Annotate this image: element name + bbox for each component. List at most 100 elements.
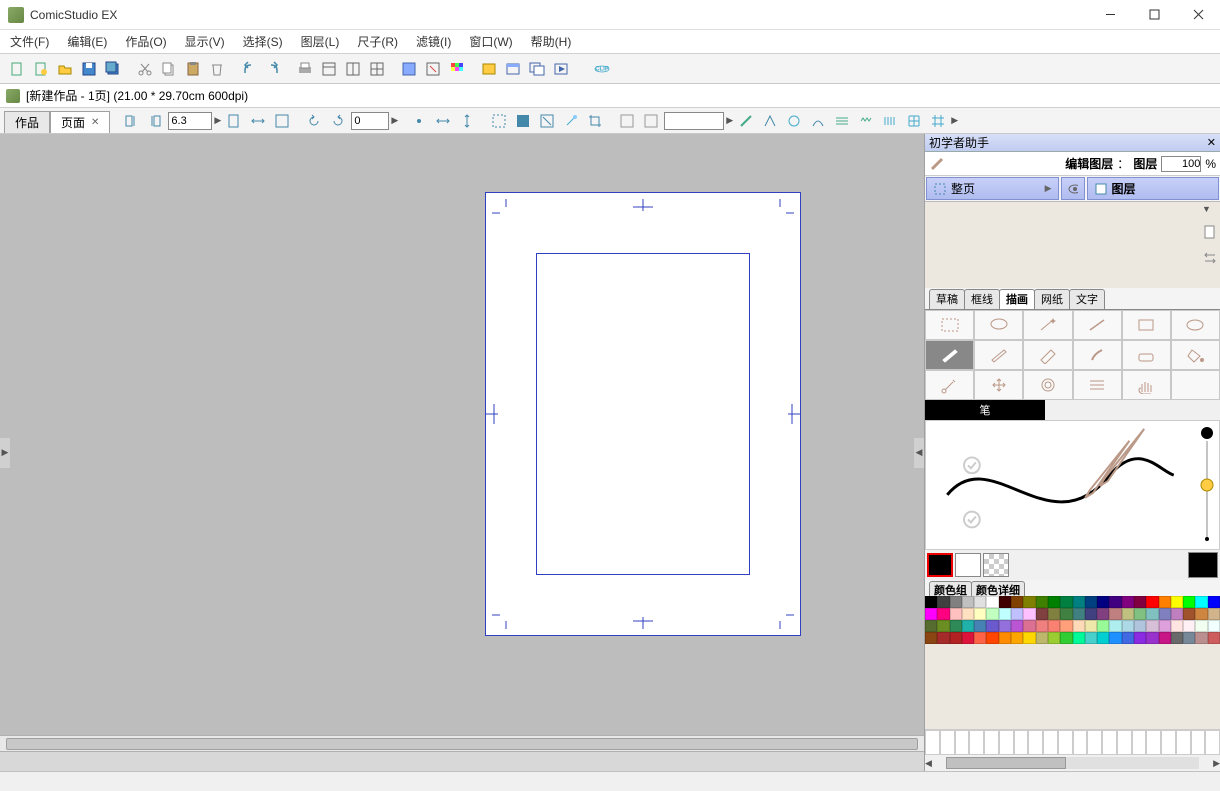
menu-item[interactable]: 作品(O) <box>121 31 170 52</box>
palette-cell[interactable] <box>937 632 949 644</box>
palette-cell[interactable] <box>974 608 986 620</box>
palette-cell[interactable] <box>925 608 937 620</box>
tool-brush[interactable] <box>1073 340 1122 370</box>
palette-cell[interactable] <box>1171 596 1183 608</box>
palette-cell[interactable] <box>1146 596 1158 608</box>
palette-cell[interactable] <box>1183 620 1195 632</box>
palette-cell[interactable] <box>1183 596 1195 608</box>
menu-item[interactable]: 滤镜(I) <box>412 31 455 52</box>
deselect-button[interactable] <box>536 110 558 132</box>
palette-cell[interactable] <box>1171 608 1183 620</box>
save-button[interactable] <box>78 58 100 80</box>
rotate-cw-button[interactable] <box>327 110 349 132</box>
palette-cell[interactable] <box>1036 596 1048 608</box>
flip-h-button[interactable] <box>408 110 430 132</box>
palette-cell[interactable] <box>974 620 986 632</box>
palette-cell[interactable] <box>1159 620 1171 632</box>
palette-cell[interactable] <box>937 596 949 608</box>
color-tab-detail[interactable]: 颜色详细 <box>971 581 1025 596</box>
visibility-toggle[interactable] <box>1061 177 1085 200</box>
palette-cell[interactable] <box>950 596 962 608</box>
tool-ellipse[interactable] <box>1171 310 1220 340</box>
tool-tab[interactable]: 网纸 <box>1034 289 1070 309</box>
layout-1-button[interactable] <box>318 58 340 80</box>
palette-cell[interactable] <box>1146 632 1158 644</box>
palette-cell[interactable] <box>1159 596 1171 608</box>
palette-cell[interactable] <box>1159 632 1171 644</box>
menu-item[interactable]: 选择(S) <box>239 31 287 52</box>
chevron-right-icon[interactable]: ▶ <box>214 115 221 126</box>
palette-cell[interactable] <box>1036 608 1048 620</box>
palette-cell[interactable] <box>1060 632 1072 644</box>
palette-cell[interactable] <box>1122 620 1134 632</box>
palette-cell[interactable] <box>1208 620 1220 632</box>
chevron-down-icon[interactable]: ▼ <box>1202 204 1218 214</box>
palette-cell[interactable] <box>950 632 962 644</box>
palette-cell[interactable] <box>1195 632 1207 644</box>
palette-cell[interactable] <box>962 620 974 632</box>
ruler-1-button[interactable] <box>735 110 757 132</box>
layout-2-button[interactable] <box>342 58 364 80</box>
palette-cell[interactable] <box>986 608 998 620</box>
palette-cell[interactable] <box>1085 632 1097 644</box>
palette-cell[interactable] <box>1036 632 1048 644</box>
palette-cell[interactable] <box>1048 632 1060 644</box>
nav-fullpage[interactable]: 整页▶ <box>926 177 1059 200</box>
rotate-ccw-button[interactable] <box>303 110 325 132</box>
chevron-right-icon[interactable]: ▶ <box>391 115 398 126</box>
palette-cell[interactable] <box>1122 596 1134 608</box>
palette-cell[interactable] <box>1097 596 1109 608</box>
palette-cell[interactable] <box>1048 596 1060 608</box>
palette-cell[interactable] <box>1036 620 1048 632</box>
color-history[interactable] <box>925 729 1220 755</box>
fit-page-button[interactable] <box>223 110 245 132</box>
redo-button[interactable] <box>262 58 284 80</box>
view-2-button[interactable] <box>640 110 662 132</box>
arrow-v-button[interactable] <box>456 110 478 132</box>
palette-cell[interactable] <box>1109 620 1121 632</box>
palette-cell[interactable] <box>1159 608 1171 620</box>
palette-cell[interactable] <box>1073 632 1085 644</box>
ruler-4-button[interactable] <box>807 110 829 132</box>
palette-cell[interactable] <box>1146 608 1158 620</box>
menu-item[interactable]: 文件(F) <box>6 31 53 52</box>
palette-cell[interactable] <box>1183 608 1195 620</box>
palette-cell[interactable] <box>937 620 949 632</box>
crop-button[interactable] <box>584 110 606 132</box>
palette-cell[interactable] <box>1097 608 1109 620</box>
tool-marker[interactable] <box>1023 340 1072 370</box>
palette-cell[interactable] <box>1208 632 1220 644</box>
new-button[interactable] <box>6 58 28 80</box>
close-button[interactable] <box>1176 0 1220 29</box>
nav-layer[interactable]: 图层 <box>1087 177 1220 200</box>
palette-cell[interactable] <box>1109 596 1121 608</box>
palette-cell[interactable] <box>1146 620 1158 632</box>
tool-eyedrop[interactable] <box>925 370 974 400</box>
palette-cell[interactable] <box>950 620 962 632</box>
palette-cell[interactable] <box>1023 596 1035 608</box>
palette-cell[interactable] <box>1060 608 1072 620</box>
palette-cell[interactable] <box>986 632 998 644</box>
effect-2-button[interactable] <box>855 110 877 132</box>
cut-button[interactable] <box>134 58 156 80</box>
palette-cell[interactable] <box>1011 632 1023 644</box>
palette-cell[interactable] <box>999 632 1011 644</box>
play-button[interactable] <box>550 58 572 80</box>
brush-size-slider[interactable] <box>1195 421 1219 549</box>
ruler-2-button[interactable] <box>759 110 781 132</box>
palette-cell[interactable] <box>1085 596 1097 608</box>
tool-eraser[interactable] <box>1122 340 1171 370</box>
tool-lasso[interactable] <box>974 310 1023 340</box>
select-button[interactable] <box>488 110 510 132</box>
tool-lines[interactable] <box>1073 370 1122 400</box>
menu-item[interactable]: 编辑(E) <box>63 31 111 52</box>
palette-cell[interactable] <box>925 620 937 632</box>
palette-cell[interactable] <box>1208 596 1220 608</box>
palette-cell[interactable] <box>1134 620 1146 632</box>
palette-cell[interactable] <box>1195 608 1207 620</box>
close-icon[interactable]: ✕ <box>91 117 99 128</box>
tool-hand[interactable] <box>1122 370 1171 400</box>
tool-tab[interactable]: 框线 <box>964 289 1000 309</box>
palette-cell[interactable] <box>1011 596 1023 608</box>
palette-cell[interactable] <box>999 596 1011 608</box>
